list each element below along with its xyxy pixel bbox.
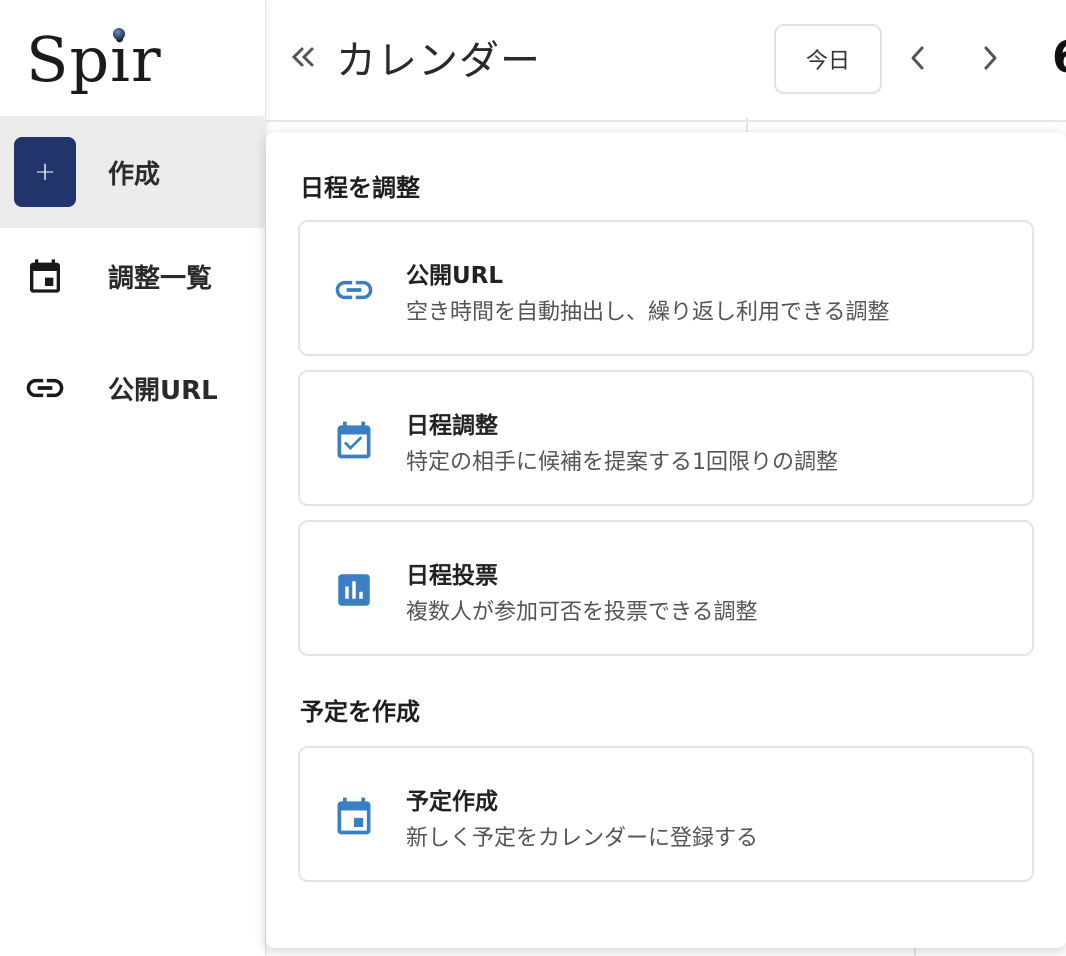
chevron-right-icon[interactable]	[980, 42, 1000, 74]
card-description: 空き時間を自動抽出し、繰り返し利用できる調整	[406, 300, 890, 325]
public-url-card[interactable]: 公開URL 空き時間を自動抽出し、繰り返し利用できる調整	[298, 220, 1034, 356]
sidebar-item-label: 作成	[108, 159, 161, 190]
collapse-sidebar-icon[interactable]	[290, 42, 316, 72]
create-event-card[interactable]: 予定作成 新しく予定をカレンダーに登録する	[298, 746, 1034, 882]
sidebar-item-label: 調整一覧	[108, 263, 213, 294]
grid-line	[746, 118, 748, 132]
sidebar-item-schedule-list[interactable]: 調整一覧	[0, 220, 266, 332]
sidebar-item-public-url[interactable]: 公開URL	[0, 332, 266, 444]
logo-dot	[113, 28, 125, 40]
card-title: 公開URL	[406, 263, 504, 289]
spir-logo[interactable]: Spir	[26, 20, 162, 100]
calendar-header: カレンダー 今日 6	[266, 0, 1066, 122]
card-title: 日程調整	[406, 413, 498, 439]
card-description: 特定の相手に候補を提案する1回限りの調整	[406, 450, 838, 475]
create-menu-panel: 日程を調整 公開URL 空き時間を自動抽出し、繰り返し利用できる調整 日程調整 …	[266, 132, 1066, 948]
logo-text: Spir	[26, 23, 162, 96]
plus-icon: +	[14, 137, 76, 207]
link-icon	[332, 268, 376, 312]
card-description: 複数人が参加可否を投票できる調整	[406, 600, 758, 625]
schedule-adjust-card[interactable]: 日程調整 特定の相手に候補を提案する1回限りの調整	[298, 370, 1034, 506]
calendar-check-icon	[332, 418, 376, 462]
today-button[interactable]: 今日	[774, 24, 882, 94]
card-title: 日程投票	[406, 563, 498, 589]
section-title-event: 予定を作成	[300, 698, 420, 726]
sidebar: Spir + 作成 調整一覧 公開URL	[0, 0, 266, 956]
app-root: Spir + 作成 調整一覧 公開URL カレンダー 今日 日程を調整 公開UR…	[0, 0, 1066, 956]
bar-chart-icon	[332, 568, 376, 612]
link-icon	[14, 353, 76, 423]
sidebar-item-label: 公開URL	[108, 375, 218, 406]
current-date-label: 6	[1052, 32, 1066, 83]
create-icon-wrap: +	[14, 137, 76, 207]
schedule-vote-card[interactable]: 日程投票 複数人が参加可否を投票できる調整	[298, 520, 1034, 656]
calendar-event-icon	[332, 794, 376, 838]
chevron-left-icon[interactable]	[908, 42, 928, 74]
card-description: 新しく予定をカレンダーに登録する	[406, 826, 759, 851]
sidebar-item-create[interactable]: + 作成	[0, 116, 266, 228]
section-title-schedule: 日程を調整	[300, 174, 420, 202]
page-title: カレンダー	[336, 38, 541, 84]
calendar-icon	[14, 241, 76, 311]
card-title: 予定作成	[406, 789, 498, 815]
